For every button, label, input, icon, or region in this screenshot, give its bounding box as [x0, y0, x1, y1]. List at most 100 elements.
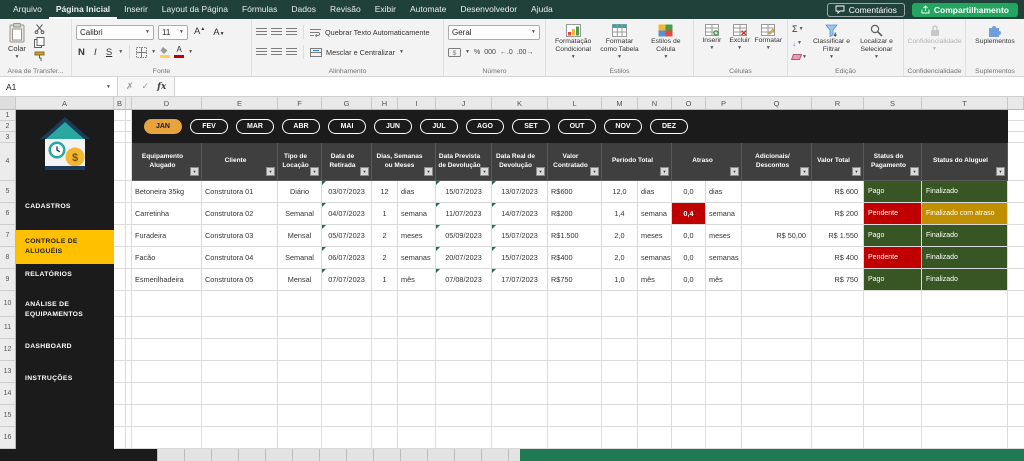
cell-delay_value[interactable]: 0,0	[672, 269, 706, 291]
cell-delay_value[interactable]: 0,4	[672, 203, 706, 225]
wrap-text-icon[interactable]	[310, 28, 321, 37]
menu-tab-ajuda[interactable]: Ajuda	[524, 0, 560, 19]
cell-expected_return[interactable]: 15/07/2023	[436, 181, 492, 203]
cell-pickup_date[interactable]: 03/07/2023	[322, 181, 372, 203]
month-tab-nov[interactable]: NOV	[604, 119, 642, 134]
cell-delay_unit[interactable]: semana	[706, 203, 742, 225]
cell-equipment[interactable]: Facão	[132, 247, 202, 269]
cell-total_value[interactable]: R$ 1.550	[812, 225, 864, 247]
cell-contracted_value[interactable]: R$1.500	[548, 225, 602, 247]
autosum-button[interactable]: Σ▼	[792, 23, 807, 35]
column-header-S[interactable]: S	[864, 97, 922, 109]
cell-total_value[interactable]: R$ 400	[812, 247, 864, 269]
column-header-G[interactable]: G	[322, 97, 372, 109]
cell-pickup_date[interactable]: 07/07/2023	[322, 269, 372, 291]
percent-style-icon[interactable]: %	[474, 49, 480, 56]
cell-period_value[interactable]: 12,0	[602, 181, 638, 203]
cell-equipment[interactable]: Carretinha	[132, 203, 202, 225]
delete-cells-button[interactable]: Excluir ▼	[726, 22, 754, 54]
cell-actual_return[interactable]: 15/07/2023	[492, 225, 548, 247]
number-format-select[interactable]: Geral▼	[448, 25, 540, 40]
cell-client[interactable]: Construtora 02	[202, 203, 278, 225]
cell-client[interactable]: Construtora 05	[202, 269, 278, 291]
filter-button[interactable]: ▼	[190, 167, 199, 176]
comma-style-icon[interactable]: 000	[484, 49, 496, 56]
format-painter-icon[interactable]	[34, 51, 45, 62]
fill-color-button[interactable]	[160, 47, 170, 58]
cell-expected_return[interactable]: 07/08/2023	[436, 269, 492, 291]
cell-delay_value[interactable]: 0,0	[672, 225, 706, 247]
sort-filter-button[interactable]: Classificar e Filtrar ▼	[809, 22, 854, 62]
filter-button[interactable]: ▼	[310, 167, 319, 176]
underline-button[interactable]: S	[104, 47, 114, 58]
column-header-H[interactable]: H	[372, 97, 398, 109]
cell-expected_return[interactable]: 11/07/2023	[436, 203, 492, 225]
row-header-9[interactable]: 9	[0, 269, 15, 291]
cell-delay_unit[interactable]: semanas	[706, 247, 742, 269]
row-header-2[interactable]: 2	[0, 121, 15, 132]
cut-icon[interactable]	[34, 24, 45, 34]
cell-rental_type[interactable]: Semanal	[278, 247, 322, 269]
cell-duration_value[interactable]: 1	[372, 203, 398, 225]
cancel-icon[interactable]: ✗	[126, 81, 134, 92]
menu-tab-revis-o[interactable]: Revisão	[323, 0, 368, 19]
row-header-1[interactable]: 1	[0, 110, 15, 121]
column-header-I[interactable]: I	[398, 97, 436, 109]
cell-delay_unit[interactable]: dias	[706, 181, 742, 203]
cell-rental_status[interactable]: Finalizado	[922, 225, 1008, 247]
bold-button[interactable]: N	[76, 47, 87, 58]
merge-center-icon[interactable]	[310, 48, 322, 57]
sidebar-item-relat-rios[interactable]: RELATÓRIOS	[16, 266, 114, 284]
filter-button[interactable]: ▼	[730, 167, 739, 176]
menu-tab-inserir[interactable]: Inserir	[117, 0, 155, 19]
share-button[interactable]: Compartilhamento	[912, 3, 1018, 17]
cell-extras[interactable]	[742, 269, 812, 291]
font-color-dropdown-icon[interactable]: ▼	[188, 49, 193, 55]
row-header-7[interactable]: 7	[0, 225, 15, 247]
month-tab-mai[interactable]: MAI	[328, 119, 366, 134]
cell-duration_unit[interactable]: semanas	[398, 247, 436, 269]
cell-duration_value[interactable]: 2	[372, 225, 398, 247]
cell-payment_status[interactable]: Pago	[864, 269, 922, 291]
cell-rental_type[interactable]: Diário	[278, 181, 322, 203]
addins-button[interactable]: Suplementos	[970, 22, 1020, 63]
comments-button[interactable]: Comentários	[827, 3, 905, 17]
row-header-4[interactable]: 4	[0, 143, 15, 181]
cell-payment_status[interactable]: Pendente	[864, 247, 922, 269]
cell-client[interactable]: Construtora 04	[202, 247, 278, 269]
align-top-icon[interactable]	[256, 28, 267, 36]
filter-button[interactable]: ▼	[266, 167, 275, 176]
cell-period_unit[interactable]: mês	[638, 269, 672, 291]
merge-center-label[interactable]: Mesclar e Centralizar	[326, 48, 395, 57]
filter-button[interactable]: ▼	[424, 167, 433, 176]
menu-tab-f-rmulas[interactable]: Fórmulas	[235, 0, 284, 19]
insert-cells-button[interactable]: Inserir ▼	[698, 22, 726, 54]
column-header-J[interactable]: J	[436, 97, 492, 109]
column-header-partial[interactable]	[1008, 97, 1024, 109]
cell-extras[interactable]	[742, 203, 812, 225]
cell-actual_return[interactable]: 13/07/2023	[492, 181, 548, 203]
cell-client[interactable]: Construtora 01	[202, 181, 278, 203]
cell-payment_status[interactable]: Pago	[864, 225, 922, 247]
month-tab-jul[interactable]: JUL	[420, 119, 458, 134]
cell-duration_unit[interactable]: dias	[398, 181, 436, 203]
cell-delay_value[interactable]: 0,0	[672, 247, 706, 269]
column-header-R[interactable]: R	[812, 97, 864, 109]
enter-icon[interactable]: ✓	[142, 81, 150, 92]
month-tab-set[interactable]: SET	[512, 119, 550, 134]
cell-contracted_value[interactable]: R$750	[548, 269, 602, 291]
cell-expected_return[interactable]: 05/09/2023	[436, 225, 492, 247]
menu-tab-automate[interactable]: Automate	[403, 0, 453, 19]
filter-button[interactable]: ▼	[536, 167, 545, 176]
font-name-select[interactable]: Calibri▼	[76, 25, 154, 40]
column-header-N[interactable]: N	[638, 97, 672, 109]
copy-icon[interactable]	[34, 37, 45, 48]
cell-equipment[interactable]: Furadeira	[132, 225, 202, 247]
row-header-12[interactable]: 12	[0, 339, 15, 361]
row-header-13[interactable]: 13	[0, 361, 15, 383]
column-header-T[interactable]: T	[922, 97, 1008, 109]
align-left-icon[interactable]	[256, 48, 267, 56]
cell-pickup_date[interactable]: 06/07/2023	[322, 247, 372, 269]
increase-decimal-icon[interactable]: ←.0	[500, 49, 513, 56]
row-header-11[interactable]: 11	[0, 317, 15, 339]
